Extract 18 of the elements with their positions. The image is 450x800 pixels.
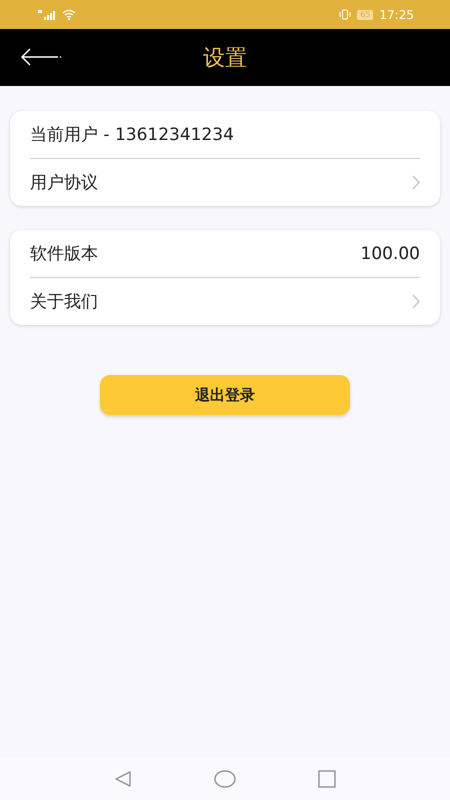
recents-icon[interactable] [318, 770, 336, 788]
back-icon[interactable] [20, 47, 62, 67]
row-value: 100.00 [360, 244, 420, 264]
row-label: 当前用户 - 13612341234 [30, 124, 234, 146]
vibrate-icon [339, 9, 352, 20]
back-nav-icon[interactable] [114, 770, 132, 788]
signal-icon [38, 10, 56, 20]
row-label[interactable]: 用户协议 [30, 171, 98, 194]
clock-time: 17:25 [379, 8, 414, 22]
wifi-icon [62, 9, 76, 20]
chevron-icon [412, 294, 420, 309]
row-label[interactable]: 关于我们 [30, 290, 98, 313]
battery-level: 65 [357, 10, 374, 20]
row-label: 软件版本 [30, 243, 98, 265]
page-title: 设置 [203, 44, 247, 72]
chevron-icon [412, 175, 420, 190]
logout-button[interactable]: 退出登录 [100, 375, 350, 415]
home-icon[interactable] [214, 770, 236, 788]
